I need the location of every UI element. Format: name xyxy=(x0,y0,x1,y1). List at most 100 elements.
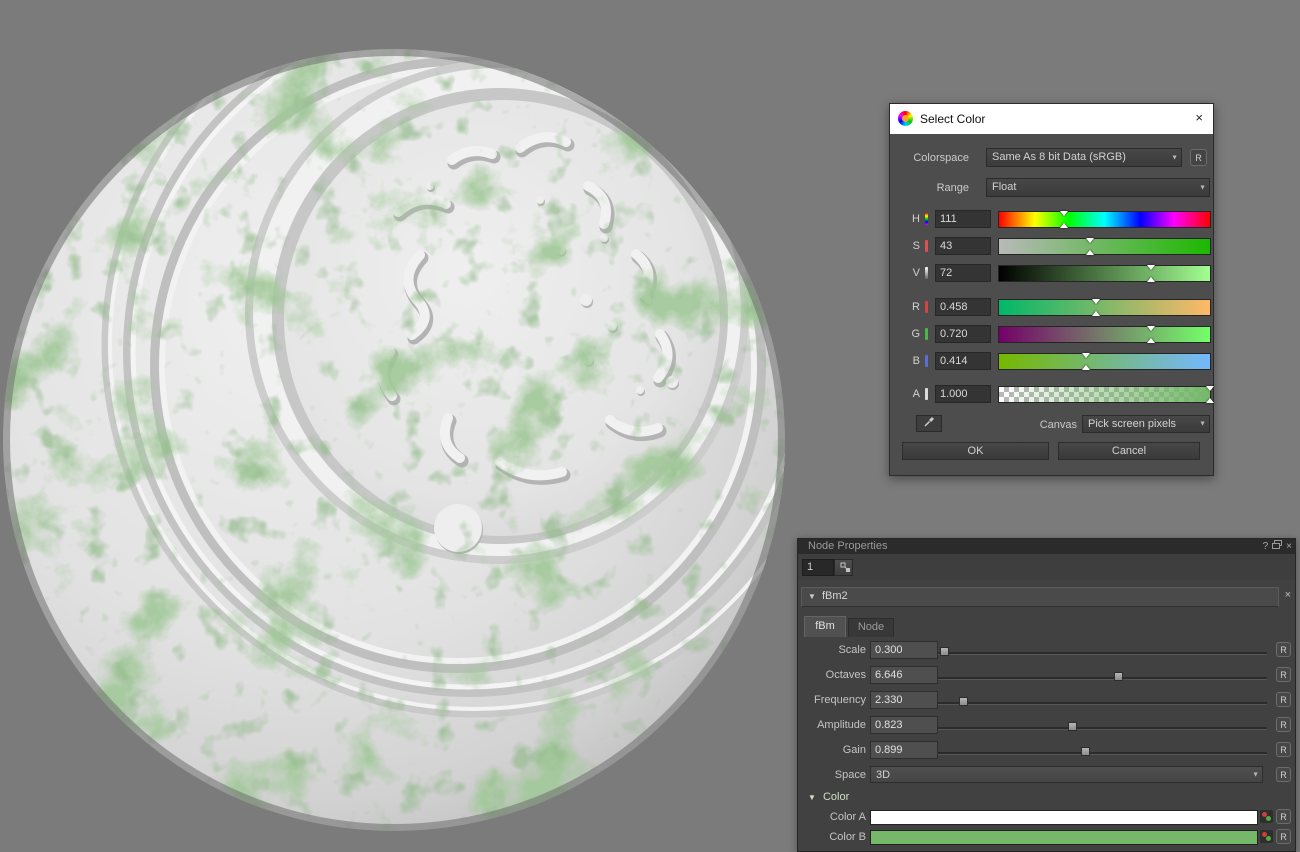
a-channel-label: A xyxy=(902,385,920,403)
color-a-swatch[interactable] xyxy=(870,810,1258,825)
red-gradient-slider[interactable] xyxy=(998,299,1211,316)
color-a-label: Color A xyxy=(798,809,866,825)
cancel-button[interactable]: Cancel xyxy=(1058,442,1200,460)
float-window-icon[interactable] xyxy=(1272,540,1282,553)
scale-field[interactable]: 0.300 xyxy=(870,641,938,659)
amplitude-label: Amplitude xyxy=(798,716,866,735)
slider-handle[interactable] xyxy=(959,697,968,706)
amplitude-field[interactable]: 0.823 xyxy=(870,716,938,734)
color-picker-icon[interactable] xyxy=(1260,810,1273,823)
node-header-fbm2[interactable]: ▼ fBm2 xyxy=(801,587,1279,607)
ok-button[interactable]: OK xyxy=(902,442,1049,460)
eyedropper-button[interactable] xyxy=(916,415,942,432)
v-value-field[interactable]: 72 xyxy=(935,264,991,282)
slider-handle[interactable] xyxy=(1068,722,1077,731)
gain-reset-button[interactable]: R xyxy=(1276,742,1291,757)
param-row-scale: Scale 0.300 R xyxy=(798,641,1295,661)
r-value-field[interactable]: 0.458 xyxy=(935,298,991,316)
octaves-reset-button[interactable]: R xyxy=(1276,667,1291,682)
chevron-down-icon: ▼ xyxy=(1199,184,1206,191)
gain-field[interactable]: 0.899 xyxy=(870,741,938,759)
viewport-3d xyxy=(0,0,795,852)
amplitude-slider[interactable] xyxy=(938,724,1267,734)
space-value: 3D xyxy=(876,767,890,784)
octaves-slider[interactable] xyxy=(938,674,1267,684)
color-b-label: Color B xyxy=(798,829,866,845)
slider-handle[interactable] xyxy=(940,647,949,656)
color-b-reset-button[interactable]: R xyxy=(1276,829,1291,844)
close-node-icon[interactable]: × xyxy=(1285,589,1291,601)
collapse-triangle-icon[interactable]: ▼ xyxy=(808,793,816,802)
frequency-reset-button[interactable]: R xyxy=(1276,692,1291,707)
hue-gradient-slider[interactable] xyxy=(998,211,1211,228)
slider-handle[interactable] xyxy=(1081,747,1090,756)
h-value-field[interactable]: 111 xyxy=(935,210,991,228)
g-value-field[interactable]: 0.720 xyxy=(935,325,991,343)
slider-track xyxy=(938,702,1267,705)
space-dropdown[interactable]: 3D ▼ xyxy=(870,766,1263,783)
color-section-header[interactable]: ▼ Color xyxy=(808,791,849,807)
slider-track xyxy=(938,677,1267,680)
channel-row-h: H 111 xyxy=(902,210,1201,228)
s-channel-indicator xyxy=(925,240,928,252)
application-window: Select Color × Colorspace Same As 8 bit … xyxy=(0,0,1300,852)
a-channel-indicator xyxy=(925,388,928,400)
color-b-swatch[interactable] xyxy=(870,830,1258,845)
param-row-octaves: Octaves 6.646 R xyxy=(798,666,1295,686)
saturation-gradient-slider[interactable] xyxy=(998,238,1211,255)
close-icon[interactable]: × xyxy=(1195,110,1203,125)
slider-handle[interactable] xyxy=(1114,672,1123,681)
tab-node[interactable]: Node xyxy=(848,618,894,637)
chevron-down-icon: ▼ xyxy=(1171,154,1178,161)
space-reset-button[interactable]: R xyxy=(1276,767,1291,782)
chevron-down-icon: ▼ xyxy=(1252,771,1259,778)
max-panels-field[interactable]: 1 xyxy=(802,559,834,576)
color-a-row: Color A R xyxy=(798,809,1295,826)
param-row-frequency: Frequency 2.330 R xyxy=(798,691,1295,711)
color-picker-icon[interactable] xyxy=(1260,830,1273,843)
slider-track xyxy=(938,727,1267,730)
channel-row-r: R 0.458 xyxy=(902,298,1201,316)
colorspace-dropdown[interactable]: Same As 8 bit Data (sRGB) ▼ xyxy=(986,148,1182,167)
space-label: Space xyxy=(798,766,866,785)
alpha-gradient-slider[interactable] xyxy=(998,386,1211,403)
green-gradient-slider[interactable] xyxy=(998,326,1211,343)
color-b-row: Color B R xyxy=(798,829,1295,846)
s-value-field[interactable]: 43 xyxy=(935,237,991,255)
amplitude-reset-button[interactable]: R xyxy=(1276,717,1291,732)
gain-slider[interactable] xyxy=(938,749,1267,759)
colorspace-reset-button[interactable]: R xyxy=(1190,149,1207,166)
dialog-titlebar[interactable]: Select Color × xyxy=(890,104,1213,134)
chevron-down-icon: ▼ xyxy=(1199,421,1206,428)
color-section-label: Color xyxy=(823,791,849,803)
frequency-slider[interactable] xyxy=(938,699,1267,709)
param-row-gain: Gain 0.899 R xyxy=(798,741,1295,761)
collapse-triangle-icon[interactable]: ▼ xyxy=(808,592,816,601)
scale-label: Scale xyxy=(798,641,866,660)
range-label: Range xyxy=(902,178,969,198)
value-gradient-slider[interactable] xyxy=(998,265,1211,282)
gain-label: Gain xyxy=(798,741,866,760)
blue-gradient-slider[interactable] xyxy=(998,353,1211,370)
select-color-dialog: Select Color × Colorspace Same As 8 bit … xyxy=(889,103,1214,476)
range-dropdown[interactable]: Float ▼ xyxy=(986,178,1210,197)
panel-titlebar[interactable]: Node Properties ? × xyxy=(798,539,1295,554)
colorspace-label: Colorspace xyxy=(902,148,969,168)
canvas-dropdown[interactable]: Pick screen pixels ▼ xyxy=(1082,415,1210,433)
octaves-field[interactable]: 6.646 xyxy=(870,666,938,684)
eyedropper-icon xyxy=(923,416,935,428)
frequency-field[interactable]: 2.330 xyxy=(870,691,938,709)
help-icon[interactable]: ? xyxy=(1263,540,1269,553)
tab-fbm[interactable]: fBm xyxy=(804,616,846,637)
clear-panels-button[interactable] xyxy=(834,559,853,576)
scale-slider[interactable] xyxy=(938,649,1267,659)
scale-reset-button[interactable]: R xyxy=(1276,642,1291,657)
node-name: fBm2 xyxy=(822,590,848,602)
b-channel-indicator xyxy=(925,355,928,367)
a-value-field[interactable]: 1.000 xyxy=(935,385,991,403)
color-a-reset-button[interactable]: R xyxy=(1276,809,1291,824)
v-channel-indicator xyxy=(925,267,928,279)
material-preview-sphere xyxy=(0,0,795,852)
close-panel-icon[interactable]: × xyxy=(1286,540,1292,553)
b-value-field[interactable]: 0.414 xyxy=(935,352,991,370)
